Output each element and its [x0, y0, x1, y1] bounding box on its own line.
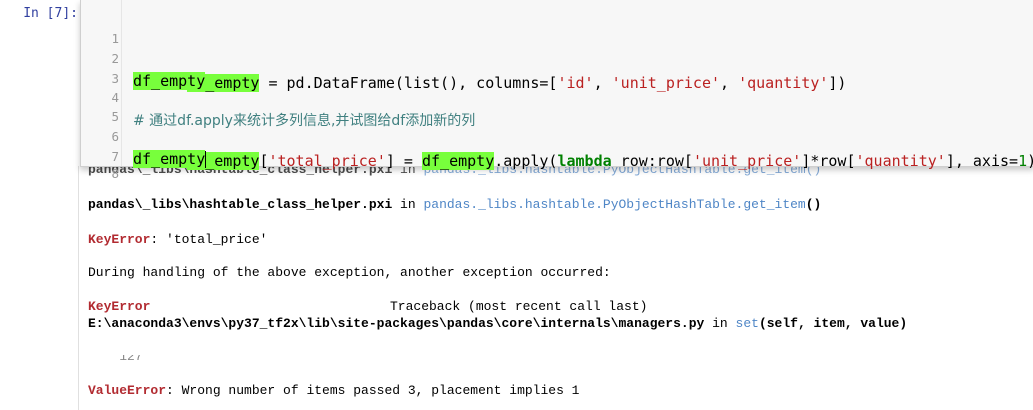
code-string: 'quantity' — [738, 74, 829, 92]
keyerror-line: KeyError: 'total_price' — [88, 232, 267, 248]
traceback-line-hashtable: pandas\_libs\hashtable_class_helper.pxi … — [88, 197, 822, 212]
valueerror-line: ValueError: Wrong number of items passed… — [88, 383, 579, 399]
exception-name: KeyError — [88, 232, 151, 247]
code-token: df_empty — [133, 72, 206, 90]
line-number: 8 — [111, 166, 119, 181]
traceback-path: pandas\_libs\hashtable_class_helper.pxi — [88, 197, 393, 212]
traceback-title: Traceback (most recent call last) — [390, 299, 648, 314]
traceback-function: set — [735, 316, 759, 331]
code-token: = pd.DataFrame(list(), columns=[ — [259, 74, 558, 92]
traceback-line-managers: E:\anaconda3\envs\py37_tf2x\lib\site-pac… — [88, 316, 908, 331]
traceback-function: pandas._libs.hashtable.PyObjectHashTable… — [423, 197, 806, 212]
code-line-5[interactable]: 5 df_empty['total_price'] = df_empty.app… — [81, 84, 1033, 170]
code-number: 1 — [1018, 152, 1028, 170]
code-token: ] = — [385, 152, 422, 170]
cell-prompt: In [7]: — [23, 6, 78, 21]
exception-name: KeyError — [88, 299, 151, 314]
code-token: row:row[ — [611, 152, 693, 170]
traceback-line-partial-127: 127) — [88, 349, 235, 364]
code-string: 'unit_price' — [692, 152, 802, 170]
text-cursor — [205, 151, 207, 168]
code-string: 'total_price' — [268, 152, 386, 170]
code-keyword: lambda — [557, 152, 612, 170]
code-line-6[interactable]: 6 df_empty — [81, 104, 207, 168]
code-token: ]) — [828, 74, 847, 92]
code-token: df_empty — [133, 150, 206, 168]
code-string: 'id' — [557, 74, 594, 92]
cell-output-traceback: pandas\_libs\hashtable_class_helper.pxi … — [78, 162, 1033, 410]
code-string: 'quantity' — [855, 152, 946, 170]
code-line-8[interactable]: 8 — [81, 141, 119, 181]
code-string: 'unit_price' — [611, 74, 721, 92]
code-token: , — [593, 74, 612, 92]
traceback-path: E:\anaconda3\envs\py37_tf2x\lib\site-pac… — [88, 316, 705, 331]
code-comment: # 通过df.apply来统计多列信息,并试图给df添加新的列 — [133, 113, 476, 129]
exception-message: : Wrong number of items passed 3, placem… — [166, 383, 580, 398]
code-token: ], axis= — [945, 152, 1019, 170]
code-token: , — [720, 74, 739, 92]
code-token: df_empty — [422, 152, 495, 170]
code-token: ]*row[ — [801, 152, 856, 170]
code-line-1[interactable]: 1 df_empty = pd.DataFrame(list(), column… — [81, 6, 846, 92]
during-handling-line: During handling of the above exception, … — [88, 265, 611, 280]
code-cell-editor[interactable]: 1 df_empty = pd.DataFrame(list(), column… — [80, 0, 1033, 181]
traceback-header: KeyError Traceback (most recent call last… — [88, 299, 647, 315]
code-token: .apply( — [494, 152, 558, 170]
code-token: ) — [1027, 152, 1033, 170]
exception-message: : 'total_price' — [150, 232, 268, 247]
code-line-2[interactable]: 2 df_empty — [81, 26, 206, 90]
exception-name: ValueError — [88, 383, 167, 398]
